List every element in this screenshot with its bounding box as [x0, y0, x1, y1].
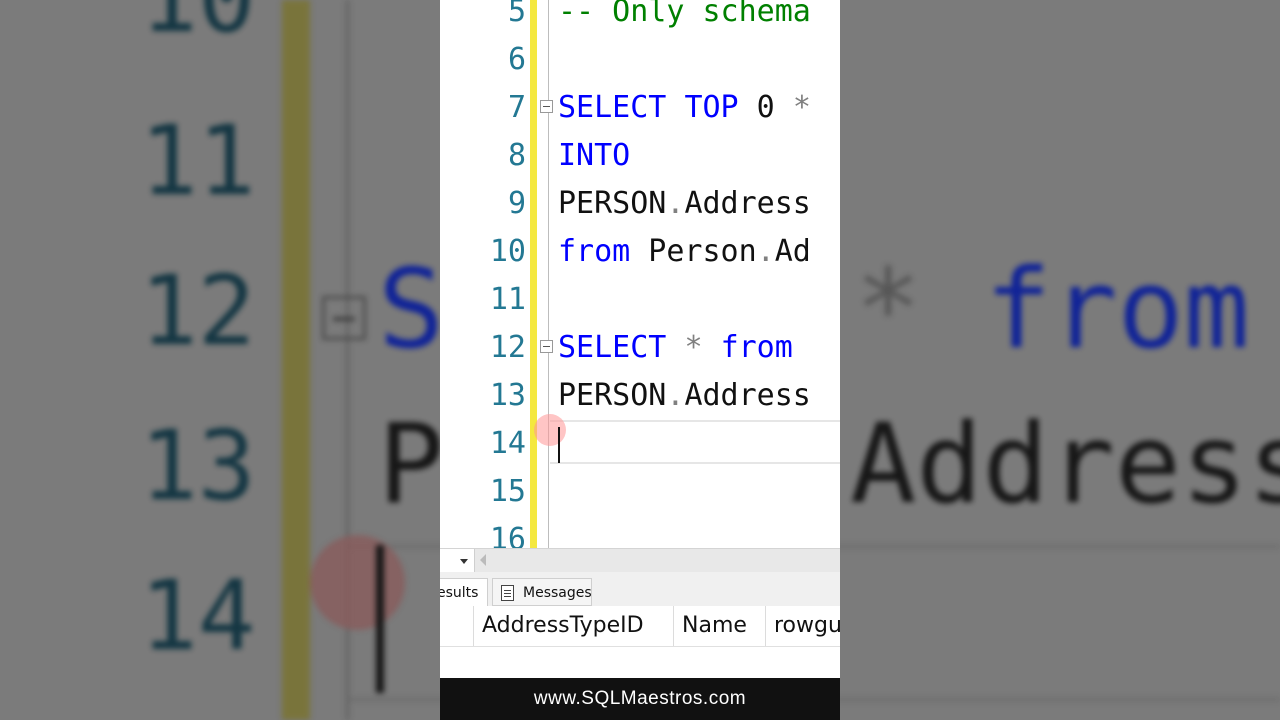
- sql-operator: .: [666, 378, 685, 413]
- sql-identifier: PERSON: [558, 186, 667, 221]
- sql-comment: -- Only schema: [558, 0, 811, 29]
- sql-operator: *: [684, 330, 703, 365]
- line-number: 10: [489, 234, 526, 269]
- sql-identifier: PERSON: [558, 378, 667, 413]
- sql-identifier: Address: [684, 378, 811, 413]
- text-caret: [558, 427, 560, 463]
- tab-results[interactable]: esults: [440, 578, 488, 606]
- sql-identifier: Person: [630, 234, 757, 269]
- background-line-number: 10: [140, 0, 256, 54]
- scroll-left-arrow-icon[interactable]: [480, 554, 486, 566]
- collapse-icon[interactable]: [540, 340, 553, 353]
- background-collapse-icon: [322, 296, 366, 340]
- sql-keyword: from: [720, 330, 793, 365]
- website-url: www.SQLMaestros.com: [533, 688, 747, 709]
- code-line[interactable]: -- Only schema: [558, 0, 811, 36]
- sql-operator: .: [666, 186, 685, 221]
- background-code: S: [378, 245, 445, 373]
- column-header[interactable]: Name: [674, 606, 766, 646]
- background-code: Address: [850, 400, 1280, 528]
- line-number: 11: [489, 282, 526, 317]
- current-line-highlight: [550, 420, 840, 464]
- column-header[interactable]: rowgu: [766, 606, 840, 646]
- tab-results-label: esults: [440, 585, 479, 601]
- grid-header-row: AddressTypeID Name rowgu: [440, 606, 840, 647]
- background-line-number: 14: [140, 560, 256, 672]
- change-marker-bar: [530, 0, 537, 548]
- line-number: 12: [489, 330, 526, 365]
- code-line[interactable]: PERSON.Address: [558, 180, 811, 228]
- sql-identifier: Address: [684, 186, 811, 221]
- background-code: P: [378, 400, 445, 528]
- sql-identifier: Ad: [774, 234, 811, 269]
- code-line[interactable]: INTO: [558, 132, 630, 180]
- line-number: 8: [507, 138, 526, 173]
- messages-icon: [501, 585, 514, 601]
- collapse-icon[interactable]: [540, 100, 553, 113]
- tab-messages[interactable]: Messages: [492, 578, 592, 606]
- sql-identifier: [666, 330, 684, 365]
- line-number: 14: [489, 426, 526, 461]
- background-line-number: 12: [140, 255, 256, 367]
- watermark-footer: www.SQLMaestros.com: [440, 678, 840, 720]
- row-header-corner[interactable]: [440, 606, 474, 646]
- background-line-number: 13: [140, 410, 256, 522]
- line-number: 6: [507, 42, 526, 77]
- results-tabs: esults Messages: [440, 572, 840, 607]
- editor-status-bar: [440, 548, 840, 573]
- line-number: 15: [489, 474, 526, 509]
- line-number: 9: [507, 186, 526, 221]
- query-editor-panel: 5 6 7 8 9 10 11 12 13 14 15 16 -- Only schema SELECT…: [440, 0, 840, 720]
- line-number: 5: [507, 0, 526, 29]
- code-line[interactable]: PERSON.Address: [558, 372, 811, 420]
- zoom-dropdown[interactable]: [440, 549, 475, 572]
- sql-keyword: INTO: [558, 138, 631, 173]
- code-line[interactable]: from Person.Ad: [558, 228, 811, 276]
- sql-identifier: [666, 90, 684, 125]
- background-line-number: 11: [140, 105, 256, 217]
- background-code: from: [985, 245, 1250, 373]
- sql-operator: *: [792, 90, 811, 125]
- outline-guide: [548, 0, 549, 548]
- click-indicator: [534, 414, 566, 446]
- sql-keyword: SELECT: [558, 330, 667, 365]
- sql-identifier: [703, 330, 721, 365]
- column-header[interactable]: AddressTypeID: [474, 606, 674, 646]
- tab-messages-label: Messages: [523, 585, 592, 601]
- line-number: 13: [489, 378, 526, 413]
- sql-keyword: TOP: [684, 90, 739, 125]
- background-click-indicator: [310, 535, 405, 630]
- sql-keyword: SELECT: [558, 90, 667, 125]
- background-code: *: [855, 245, 922, 373]
- line-number: 7: [507, 90, 526, 125]
- results-grid: AddressTypeID Name rowgu: [440, 606, 840, 678]
- background-caret: [376, 545, 384, 693]
- code-line[interactable]: SELECT TOP 0 *: [558, 84, 811, 132]
- background-change-marker: [282, 0, 310, 720]
- sql-identifier: 0: [738, 90, 793, 125]
- sql-keyword: from: [558, 234, 631, 269]
- sql-operator: .: [756, 234, 775, 269]
- code-line[interactable]: SELECT * from: [558, 324, 793, 372]
